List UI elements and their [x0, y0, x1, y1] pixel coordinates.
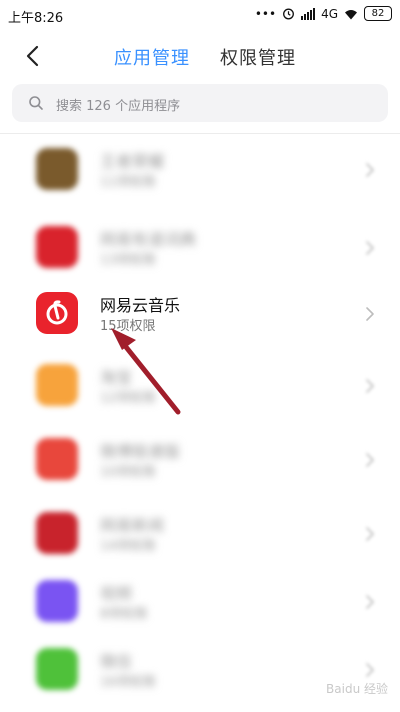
app-icon	[36, 438, 78, 480]
app-name: 微信	[100, 652, 133, 671]
search-icon	[29, 96, 43, 110]
app-name: 视频	[100, 584, 133, 603]
app-list-item[interactable]: 网易云音乐 15项权限	[0, 278, 400, 356]
alarm-icon	[283, 8, 295, 20]
status-time: 上午8:26	[8, 11, 64, 26]
status-bar: 上午8:26 ••• 4G 82	[0, 0, 400, 30]
app-name: 微博极速版	[100, 442, 181, 461]
chevron-right-icon	[366, 241, 374, 255]
chevron-right-icon	[366, 379, 374, 393]
app-icon	[36, 364, 78, 406]
chevron-right-icon	[366, 527, 374, 541]
back-arrow-icon[interactable]	[20, 43, 46, 69]
app-permission-count: 11项权限	[100, 175, 156, 190]
app-icon	[36, 580, 78, 622]
chevron-right-icon	[366, 453, 374, 467]
app-permission-count: 14项权限	[100, 539, 156, 554]
chevron-right-icon	[366, 163, 374, 177]
app-icon	[36, 148, 78, 190]
watermark: Baidu 经验	[326, 682, 388, 696]
app-list-item[interactable]: 王者荣耀 11项权限	[0, 134, 400, 212]
battery-indicator: 82	[364, 6, 392, 21]
search-input[interactable]: 搜索 126 个应用程序	[12, 84, 388, 122]
netease-music-icon	[36, 292, 78, 334]
app-list-item[interactable]: 网易新闻 14项权限	[0, 498, 400, 576]
app-list-item[interactable]: 淘宝 12项权限	[0, 350, 400, 428]
chevron-right-icon	[366, 595, 374, 609]
app-name: 网易云音乐	[100, 296, 181, 315]
app-name: 王者荣耀	[100, 152, 165, 171]
app-permission-count: 15项权限	[100, 319, 156, 334]
app-list-item[interactable]: 视频 8项权限	[0, 566, 400, 644]
app-permission-count: 16项权限	[100, 675, 156, 690]
wifi-icon	[345, 9, 357, 19]
top-nav: 应用管理 权限管理	[0, 30, 400, 82]
network-type: 4G	[321, 6, 338, 21]
app-icon	[36, 648, 78, 690]
app-permission-count: 12项权限	[100, 391, 156, 406]
app-permission-count: 13项权限	[100, 253, 156, 268]
tab-app-management[interactable]: 应用管理	[114, 44, 190, 70]
app-name: 网易新闻	[100, 516, 165, 535]
app-list-item[interactable]: 微博极速版 10项权限	[0, 424, 400, 502]
app-icon	[36, 512, 78, 554]
search-placeholder: 搜索 126 个应用程序	[56, 99, 181, 114]
more-dots-icon: •••	[254, 6, 277, 21]
app-list-item[interactable]: 微信 16项权限	[0, 634, 400, 712]
status-icons: ••• 4G 82	[255, 6, 392, 21]
app-name: 网易有道词典	[100, 230, 197, 249]
signal-icon	[301, 7, 316, 20]
chevron-right-icon	[366, 663, 374, 677]
app-permission-count: 8项权限	[100, 607, 148, 622]
app-name: 淘宝	[100, 368, 133, 387]
chevron-right-icon	[366, 307, 374, 321]
tab-permission-management[interactable]: 权限管理	[220, 44, 296, 70]
app-permission-count: 10项权限	[100, 465, 156, 480]
app-icon	[36, 226, 78, 268]
